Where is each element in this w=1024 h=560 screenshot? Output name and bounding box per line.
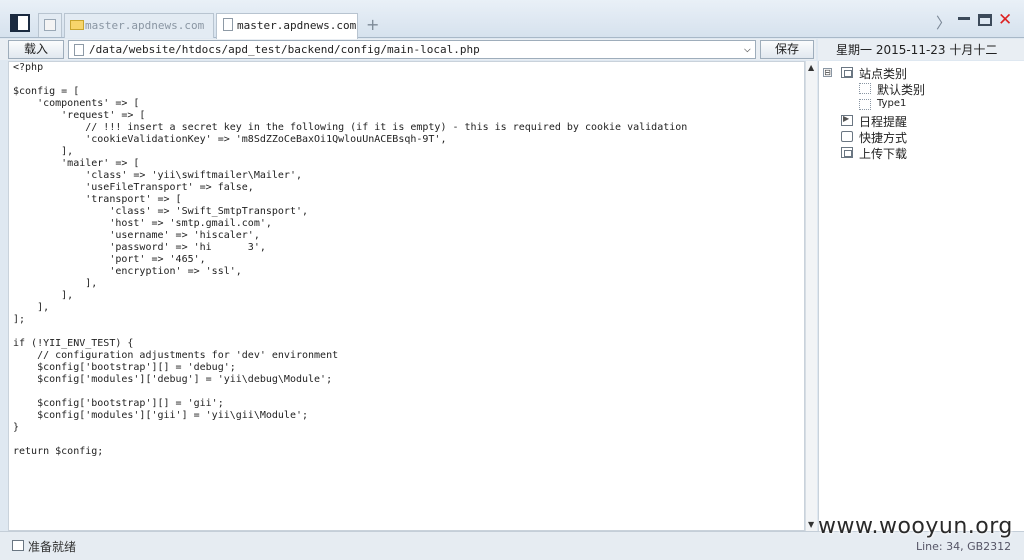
load-button[interactable]: 载入	[8, 40, 64, 59]
chevron-down-icon[interactable]: ⌵	[744, 41, 751, 55]
code-line[interactable]	[13, 74, 804, 86]
path-value: /data/website/htdocs/apd_test/backend/co…	[89, 43, 480, 56]
code-line[interactable]	[13, 434, 804, 446]
tree-item-shortcuts[interactable]: 快捷方式	[841, 129, 1021, 145]
scroll-up-icon[interactable]: ▲	[808, 63, 814, 72]
code-line[interactable]: 'useFileTransport' => false,	[13, 182, 804, 194]
collapse-icon[interactable]: ⊟	[823, 68, 832, 77]
tree-item-label: 日程提醒	[859, 115, 908, 129]
code-line[interactable]: 'password' => 'hi 3',	[13, 242, 804, 254]
code-line[interactable]: $config['bootstrap'][] = 'gii';	[13, 398, 804, 410]
editor-scrollbar[interactable]: ▲ ▼	[805, 61, 817, 531]
tab-bar: master.apdnews.com master.apdnews.com + …	[0, 0, 1024, 39]
code-line[interactable]: return $config;	[13, 446, 804, 458]
code-line[interactable]: ],	[13, 146, 804, 158]
code-line[interactable]	[13, 386, 804, 398]
minimize-icon[interactable]	[958, 17, 970, 20]
chevron-right-icon[interactable]: 〉	[936, 12, 951, 33]
new-tab-button[interactable]: +	[366, 15, 379, 34]
code-text[interactable]: <?php $config = [ 'components' => [ 'req…	[9, 62, 804, 458]
code-line[interactable]: ],	[13, 302, 804, 314]
code-line[interactable]: 'request' => [	[13, 110, 804, 122]
code-line[interactable]: 'host' => 'smtp.gmail.com',	[13, 218, 804, 230]
code-line[interactable]	[13, 326, 804, 338]
code-line[interactable]: // configuration adjustments for 'dev' e…	[13, 350, 804, 362]
path-input[interactable]: /data/website/htdocs/apd_test/backend/co…	[68, 40, 756, 59]
code-line[interactable]: 'encryption' => 'ssl',	[13, 266, 804, 278]
tab-label: master.apdnews.com	[237, 19, 357, 32]
tree-item-type1[interactable]: Type1	[859, 97, 1019, 113]
maximize-icon[interactable]	[978, 14, 992, 26]
blank-tab[interactable]	[38, 13, 62, 37]
save-button[interactable]: 保存	[760, 40, 814, 59]
tree-item-label: 快捷方式	[859, 131, 908, 145]
tree-item-label: 默认类别	[877, 83, 926, 97]
cursor-encoding-info: Line: 34, GB2312	[916, 540, 1012, 553]
scroll-down-icon[interactable]: ▼	[808, 520, 814, 529]
app-menu-icon[interactable]	[10, 14, 30, 32]
code-line[interactable]: 'transport' => [	[13, 194, 804, 206]
code-line[interactable]: <?php	[13, 62, 804, 74]
tree-item-site-categories[interactable]: ⊟ 站点类别	[823, 65, 1023, 81]
document-icon	[223, 18, 233, 31]
code-line[interactable]: ],	[13, 290, 804, 302]
sidebar-tree: ⊟ 站点类别 默认类别 Type1 日程提醒 快捷方式 上传下载	[818, 61, 1024, 531]
status-text: 准备就绪	[28, 540, 77, 554]
tree-item-schedule-reminder[interactable]: 日程提醒	[841, 113, 1021, 129]
address-bar: 载入 /data/website/htdocs/apd_test/backend…	[0, 39, 816, 60]
code-line[interactable]: 'class' => 'yii\swiftmailer\Mailer',	[13, 170, 804, 182]
transfer-icon	[841, 147, 853, 158]
category-icon	[859, 83, 871, 94]
code-line[interactable]: 'cookieValidationKey' => 'm8SdZZoCeBaxOi…	[13, 134, 804, 146]
code-line[interactable]: $config['modules']['gii'] = 'yii\gii\Mod…	[13, 410, 804, 422]
code-line[interactable]: $config['modules']['debug'] = 'yii\debug…	[13, 374, 804, 386]
code-line[interactable]: // !!! insert a secret key in the follow…	[13, 122, 804, 134]
folder-icon	[70, 20, 84, 30]
code-line[interactable]: 'username' => 'hiscaler',	[13, 230, 804, 242]
code-line[interactable]: }	[13, 422, 804, 434]
page-icon	[44, 19, 56, 31]
tab-label: master.apdnews.com	[85, 19, 205, 32]
tree-item-default-category[interactable]: 默认类别	[859, 81, 1019, 97]
code-line[interactable]: 'class' => 'Swift_SmtpTransport',	[13, 206, 804, 218]
folder-icon	[841, 67, 853, 78]
document-icon	[74, 44, 84, 56]
date-display: 星期一 2015-11-23 十月十二	[818, 39, 1024, 60]
tree-item-label: 上传下载	[859, 147, 908, 161]
status-icon	[12, 540, 24, 551]
tree-item-label: 站点类别	[859, 67, 908, 81]
code-editor[interactable]: <?php $config = [ 'components' => [ 'req…	[8, 61, 805, 531]
tab-master-apdnews-1[interactable]: master.apdnews.com	[64, 13, 214, 38]
close-icon[interactable]: ✕	[998, 10, 1012, 30]
code-line[interactable]: ],	[13, 278, 804, 290]
code-line[interactable]: 'mailer' => [	[13, 158, 804, 170]
schedule-icon	[841, 114, 853, 126]
tree-item-label: Type1	[877, 98, 907, 109]
watermark: www.wooyun.org	[818, 514, 1013, 539]
category-icon	[859, 99, 871, 110]
code-line[interactable]: 'components' => [	[13, 98, 804, 110]
tab-master-apdnews-2-active[interactable]: master.apdnews.com	[216, 13, 358, 39]
code-line[interactable]: if (!YII_ENV_TEST) {	[13, 338, 804, 350]
code-line[interactable]: ];	[13, 314, 804, 326]
code-line[interactable]: $config = [	[13, 86, 804, 98]
code-line[interactable]: 'port' => '465',	[13, 254, 804, 266]
tree-item-upload-download[interactable]: 上传下载	[841, 145, 1021, 161]
hand-icon	[841, 131, 853, 142]
code-line[interactable]: $config['bootstrap'][] = 'debug';	[13, 362, 804, 374]
